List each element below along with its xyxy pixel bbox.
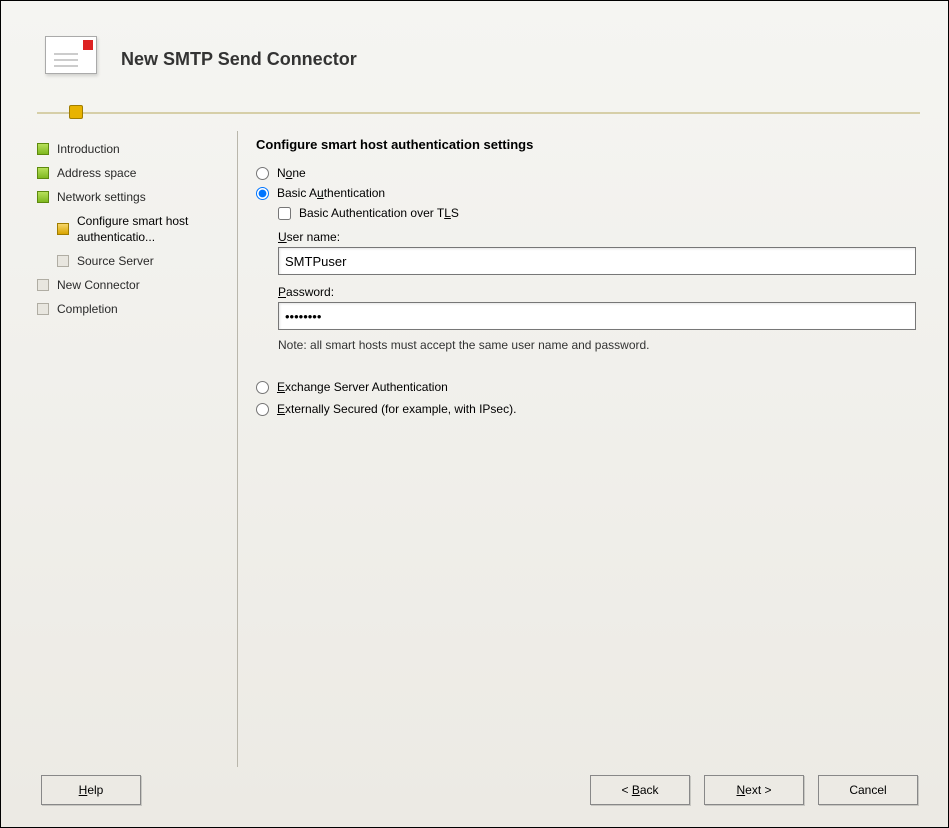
note-text: Note: all smart hosts must accept the sa… [278,338,916,352]
header: New SMTP Send Connector [1,1,948,111]
cancel-button[interactable]: Cancel [818,775,918,805]
checkbox-tls-row[interactable]: Basic Authentication over TLS [278,206,916,220]
footer: Help < Back Next > Cancel [1,767,948,827]
checkbox-basic-tls[interactable] [278,207,291,220]
step-bullet-icon [37,167,49,179]
step-introduction: Introduction [37,137,227,161]
password-input[interactable] [278,302,916,330]
radio-external-row[interactable]: Externally Secured (for example, with IP… [256,402,916,416]
step-bullet-icon [37,143,49,155]
radio-basic-label: Basic Authentication [277,186,385,200]
radio-external[interactable] [256,403,269,416]
help-button[interactable]: Help [41,775,141,805]
radio-basic[interactable] [256,187,269,200]
step-address-space: Address space [37,161,227,185]
vertical-separator [237,131,238,767]
radio-exchange-row[interactable]: Exchange Server Authentication [256,380,916,394]
step-new-connector: New Connector [37,273,227,297]
radio-exchange-label: Exchange Server Authentication [277,380,448,394]
step-bullet-icon [37,279,49,291]
step-completion: Completion [37,297,227,321]
username-label: User name: [278,230,916,244]
username-input[interactable] [278,247,916,275]
radio-none-label: None [277,166,306,180]
step-configure-smart-host-auth: Configure smart host authenticatio... [37,209,227,249]
step-source-server: Source Server [37,249,227,273]
password-label: Password: [278,285,916,299]
wizard-dialog: New SMTP Send Connector Introduction Add… [0,0,949,828]
back-button[interactable]: < Back [590,775,690,805]
step-bullet-icon [37,303,49,315]
radio-exchange[interactable] [256,381,269,394]
next-button[interactable]: Next > [704,775,804,805]
header-divider [37,109,920,117]
content-panel: Configure smart host authentication sett… [256,137,920,767]
step-bullet-icon [57,223,69,235]
page-title: New SMTP Send Connector [121,49,357,70]
connector-icon [41,34,101,94]
radio-external-label: Externally Secured (for example, with IP… [277,402,516,416]
radio-none-row[interactable]: None [256,166,916,180]
step-bullet-icon [37,191,49,203]
wizard-steps-sidebar: Introduction Address space Network setti… [37,137,237,767]
step-bullet-icon [57,255,69,267]
step-network-settings: Network settings [37,185,227,209]
content-heading: Configure smart host authentication sett… [256,137,916,152]
checkbox-tls-label: Basic Authentication over TLS [299,206,459,220]
radio-basic-row[interactable]: Basic Authentication [256,186,916,200]
radio-none[interactable] [256,167,269,180]
